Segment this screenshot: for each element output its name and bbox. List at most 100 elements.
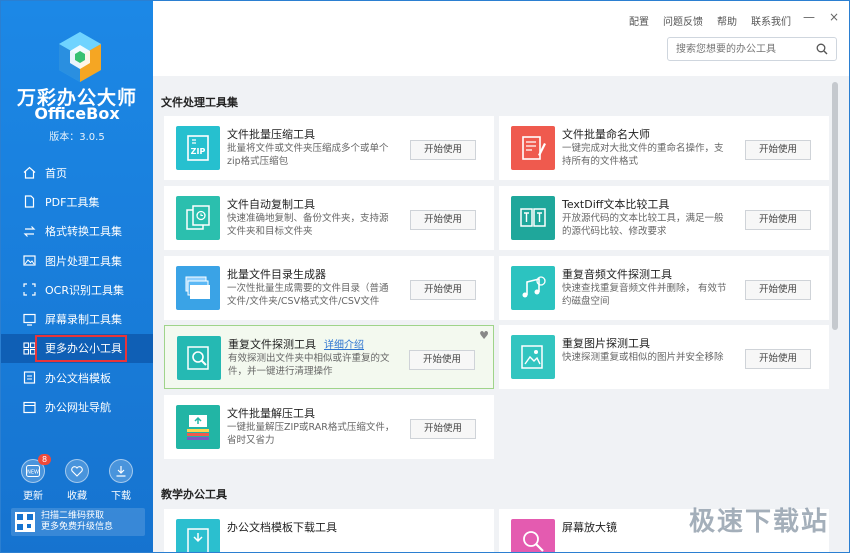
sidebar-item-ocr[interactable]: OCR识别工具集 <box>1 275 153 304</box>
sidebar-item-doc-template[interactable]: 办公文档模板 <box>1 363 153 392</box>
details-link[interactable]: 详细介绍 <box>324 340 364 351</box>
start-button[interactable]: 开始使用 <box>745 280 811 300</box>
favorite-button[interactable]: 收藏 <box>61 459 93 502</box>
qr-line1: 扫描二维码获取 <box>41 511 105 521</box>
sidebar-item-home[interactable]: 首页 <box>1 158 153 187</box>
svg-text:ZIP: ZIP <box>191 147 206 156</box>
close-button[interactable]: × <box>829 10 839 24</box>
tool-name: 文件批量解压工具 <box>227 407 315 420</box>
tool-card-batch-rename[interactable]: 文件批量命名大师 一键完成对大批文件的重命名操作，支持所有的文件格式 开始使用 <box>499 116 829 180</box>
tool-desc: 一次性批量生成需要的文件目录（普通文件/文件夹/CSV格式文件/CSV文件 <box>227 283 389 307</box>
tool-card-auto-copy[interactable]: 文件自动复制工具 快速准确地复制、备份文件夹，支持源文件夹和目标文件夹 开始使用 <box>164 186 494 250</box>
highlight-box <box>35 334 127 362</box>
magnifier-icon <box>511 519 555 552</box>
update-button[interactable]: NEW 8 更新 <box>17 454 52 502</box>
tool-card-batch-compress[interactable]: ZIP 文件批量压缩工具 批量将文件或文件夹压缩成多个或单个zip格式压缩包 开… <box>164 116 494 180</box>
start-button[interactable]: 开始使用 <box>409 350 475 370</box>
window-controls: — × <box>803 10 839 24</box>
sidebar-item-pdf[interactable]: PDF工具集 <box>1 187 153 216</box>
tool-desc: 批量将文件或文件夹压缩成多个或单个zip格式压缩包 <box>227 143 389 167</box>
download-button[interactable]: 下载 <box>105 459 137 502</box>
download-label: 下载 <box>111 491 131 502</box>
tool-card-directory-generator[interactable]: 批量文件目录生成器 一次性批量生成需要的文件目录（普通文件/文件夹/CSV格式文… <box>164 256 494 320</box>
minimize-button[interactable]: — <box>803 10 815 24</box>
ocr-icon <box>23 283 36 296</box>
start-button[interactable]: 开始使用 <box>410 210 476 230</box>
sidebar-item-convert[interactable]: 格式转换工具集 <box>1 217 153 246</box>
sidebar-item-label: 屏幕录制工具集 <box>45 313 122 327</box>
sidebar-item-label: OCR识别工具集 <box>45 283 124 297</box>
brand-name-en: OfficeBox <box>34 104 120 123</box>
zip-icon: ZIP <box>176 126 220 170</box>
sidebar-item-label: 办公文档模板 <box>45 371 111 385</box>
tools-content: 文件处理工具集 ZIP 文件批量压缩工具 批量将文件或文件夹压缩成多个或单个zi… <box>153 76 849 552</box>
update-label: 更新 <box>23 491 43 502</box>
directory-icon <box>176 266 220 310</box>
sidebar: 万彩办公大师 OfficeBox 版本：3.0.5 首页 PDF工具集 格式转换… <box>1 1 153 552</box>
tool-name: 办公文档模板下载工具 <box>227 521 337 534</box>
download-icon <box>109 459 133 483</box>
start-button[interactable]: 开始使用 <box>410 280 476 300</box>
svg-text:NEW: NEW <box>27 470 39 476</box>
settings-link[interactable]: 配置 <box>629 13 649 28</box>
sidebar-nav: 首页 PDF工具集 格式转换工具集 图片处理工具集 OCR识别工具集 屏幕录制工… <box>1 158 153 422</box>
tool-card-duplicate-audio[interactable]: 重复音频文件探测工具 快速查找重复音频文件并删除， 有效节约磁盘空间 开始使用 <box>499 256 829 320</box>
tool-name: 文件自动复制工具 <box>227 198 315 211</box>
search-box <box>667 37 837 61</box>
unzip-icon <box>176 405 220 449</box>
sidebar-item-image[interactable]: 图片处理工具集 <box>1 246 153 275</box>
tool-desc: 一键完成对大批文件的重命名操作，支持所有的文件格式 <box>562 143 724 167</box>
screen-record-icon <box>23 313 36 326</box>
tool-desc: 开放源代码的文本比较工具，满足一般的源代码比较、修改要求 <box>562 213 724 237</box>
sidebar-item-web-nav[interactable]: 办公网址导航 <box>1 392 153 421</box>
search-icon[interactable] <box>816 43 828 55</box>
sidebar-item-label: 格式转换工具集 <box>45 225 122 239</box>
watermark-text: 极速下载站 <box>688 507 829 537</box>
contact-link[interactable]: 联系我们 <box>751 13 791 28</box>
favorite-heart-icon[interactable]: ♥ <box>479 329 489 342</box>
feedback-link[interactable]: 问题反馈 <box>663 13 703 28</box>
tool-desc: 一键批量解压ZIP或RAR格式压缩文件，省时又省力 <box>227 422 395 446</box>
favorite-label: 收藏 <box>67 491 87 502</box>
search-input[interactable] <box>676 39 816 59</box>
sidebar-item-screen-record[interactable]: 屏幕录制工具集 <box>1 304 153 333</box>
content-scrollbar[interactable] <box>832 82 838 330</box>
tool-name: 文件批量压缩工具 <box>227 128 315 141</box>
image-icon <box>23 254 36 267</box>
duplicate-search-icon <box>177 336 221 380</box>
start-button[interactable]: 开始使用 <box>410 419 476 439</box>
tool-card-duplicate-file[interactable]: 重复文件探测工具 详细介绍 有效探测出文件夹中相似或许重复的文件，并一键进行清理操… <box>164 325 494 389</box>
tool-card-batch-unzip[interactable]: 文件批量解压工具 一键批量解压ZIP或RAR格式压缩文件，省时又省力 开始使用 <box>164 395 494 459</box>
top-links: 配置 问题反馈 帮助 联系我们 <box>629 13 791 28</box>
section-title-teaching-tools: 教学办公工具 <box>161 488 227 501</box>
app-window: 万彩办公大师 OfficeBox 版本：3.0.5 首页 PDF工具集 格式转换… <box>0 0 850 553</box>
tool-desc: 快速查找重复音频文件并删除， 有效节约磁盘空间 <box>562 283 727 307</box>
officebox-logo-icon <box>59 32 101 82</box>
duplicate-image-icon <box>511 335 555 379</box>
tool-name: 重复文件探测工具 详细介绍 <box>228 336 364 352</box>
sidebar-bottom-buttons: NEW 8 更新 收藏 下载 <box>17 454 137 502</box>
tool-name: 重复音频文件探测工具 <box>562 268 672 281</box>
version-label: 版本：3.0.5 <box>49 132 105 143</box>
start-button[interactable]: 开始使用 <box>745 210 811 230</box>
tool-name: 重复图片探测工具 <box>562 337 650 350</box>
start-button[interactable]: 开始使用 <box>745 349 811 369</box>
sidebar-item-more-tools[interactable]: 更多办公小工具 <box>1 333 153 364</box>
tool-card-duplicate-image[interactable]: 重复图片探测工具 快速探测重复或相似的图片并安全移除 开始使用 <box>499 325 829 389</box>
tool-name: 文件批量命名大师 <box>562 128 650 141</box>
sidebar-item-label: PDF工具集 <box>45 195 100 209</box>
help-link[interactable]: 帮助 <box>717 13 737 28</box>
qr-promo[interactable]: 扫描二维码获取 更多免费升级信息 <box>11 508 145 536</box>
tool-card-template-download[interactable]: 办公文档模板下载工具 <box>164 509 494 552</box>
text-diff-icon <box>511 196 555 240</box>
pdf-icon <box>23 195 36 209</box>
sidebar-item-label: 办公网址导航 <box>45 401 111 415</box>
tool-desc: 快速探测重复或相似的图片并安全移除 <box>562 352 724 363</box>
tool-desc: 快速准确地复制、备份文件夹，支持源文件夹和目标文件夹 <box>227 213 389 237</box>
start-button[interactable]: 开始使用 <box>410 140 476 160</box>
start-button[interactable]: 开始使用 <box>745 140 811 160</box>
home-icon <box>23 166 36 179</box>
qr-text: 扫描二维码获取 更多免费升级信息 <box>41 511 113 533</box>
tool-card-textdiff[interactable]: TextDiff文本比较工具 开放源代码的文本比较工具，满足一般的源代码比较、修… <box>499 186 829 250</box>
qr-code-icon <box>15 512 35 532</box>
